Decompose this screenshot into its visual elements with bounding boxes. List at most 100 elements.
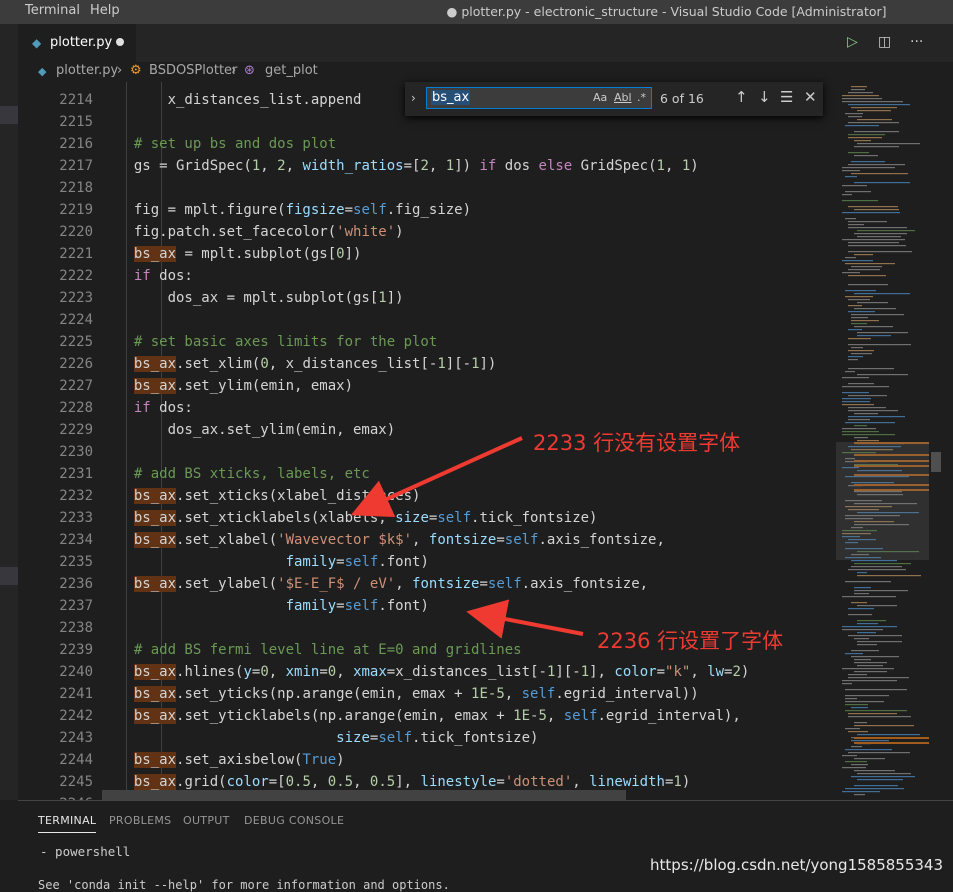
find-query[interactable]: bs_ax — [431, 90, 471, 105]
code-line[interactable]: dos_ax = mplt.subplot(gs[1]) — [117, 287, 836, 309]
minimap-line — [854, 563, 911, 565]
arrow-up-icon[interactable]: ↑ — [735, 88, 748, 106]
scrollbar-thumb[interactable] — [931, 452, 941, 472]
tab-bar: ◆ plotter.py ▷ ◫ ··· — [18, 24, 953, 62]
tab-output[interactable]: OUTPUT — [183, 814, 230, 827]
terminal-output[interactable]: See 'conda init --help' for more informa… — [38, 878, 450, 892]
whole-word-toggle[interactable]: Abl — [614, 91, 632, 104]
code-line[interactable]: bs_ax.set_ylabel('$E-E_F$ / eV', fontsiz… — [117, 573, 836, 595]
minimap-line — [842, 404, 874, 406]
minimap-line — [842, 272, 860, 274]
line-number: 2237 — [59, 598, 93, 614]
code-line[interactable]: gs = GridSpec(1, 2, width_ratios=[2, 1])… — [117, 155, 836, 177]
close-icon[interactable]: ✕ — [804, 88, 817, 106]
minimap-line — [851, 347, 863, 349]
tab-terminal[interactable]: TERMINAL — [38, 814, 97, 833]
match-case-toggle[interactable]: Aa — [593, 91, 607, 104]
minimap-line — [845, 257, 856, 259]
minimap-slider[interactable] — [836, 442, 929, 560]
more-actions-icon[interactable]: ··· — [910, 34, 923, 50]
minimap-line — [842, 239, 905, 241]
minimap-line — [857, 302, 888, 304]
regex-toggle[interactable]: .* — [637, 91, 646, 104]
minimap-line — [848, 338, 871, 340]
code-line[interactable]: # set up bs and dos plot — [117, 133, 836, 155]
line-number: 2215 — [59, 114, 93, 130]
minimap-line — [857, 575, 921, 577]
chevron-right-icon[interactable]: › — [411, 91, 416, 105]
code-line[interactable]: bs_ax.set_axisbelow(True) — [117, 749, 836, 771]
code-line[interactable]: fig = mplt.figure(figsize=self.fig_size) — [117, 199, 836, 221]
activity-marker[interactable] — [0, 567, 18, 585]
minimap-line — [848, 245, 906, 247]
minimap-line — [848, 383, 874, 385]
line-number: 2242 — [59, 708, 93, 724]
activity-marker[interactable] — [0, 106, 18, 124]
minimap-line — [845, 749, 892, 751]
code-line[interactable]: if dos: — [117, 265, 836, 287]
code-line[interactable]: # add BS xticks, labels, etc — [117, 463, 836, 485]
minimap-line — [842, 401, 870, 403]
code-line[interactable]: bs_ax.set_xticklabels(xlabels, size=self… — [117, 507, 836, 529]
tab-plotter-py[interactable]: ◆ plotter.py — [18, 24, 136, 62]
minimap-line — [848, 407, 886, 409]
minimap-line — [857, 620, 886, 622]
minimap-line — [854, 131, 899, 133]
code-line[interactable] — [117, 177, 836, 199]
terminal-select[interactable]: - powershell — [40, 844, 130, 859]
vertical-scrollbar[interactable] — [929, 82, 943, 800]
code-line[interactable]: bs_ax.hlines(y=0, xmin=0, xmax=x_distanc… — [117, 661, 836, 683]
code-line[interactable]: bs_ax.set_ylim(emin, emax) — [117, 375, 836, 397]
tab-debug-console[interactable]: DEBUG CONSOLE — [244, 814, 344, 827]
minimap-line — [851, 320, 879, 322]
unsaved-dot-icon[interactable] — [116, 38, 124, 46]
code-line[interactable]: size=self.tick_fontsize) — [117, 727, 836, 749]
minimap-line — [857, 779, 903, 781]
line-number: 2238 — [59, 620, 93, 636]
minimap-line — [857, 236, 901, 238]
minimap-line — [848, 104, 910, 106]
minimap-line — [842, 194, 852, 196]
find-input[interactable]: bs_ax Aa Abl .* — [426, 87, 652, 109]
minimap-line — [854, 722, 867, 724]
breadcrumb-method[interactable]: get_plot — [265, 63, 318, 78]
minimap-line — [845, 710, 907, 712]
code-line[interactable]: family=self.font) — [117, 595, 836, 617]
minimap-line — [857, 374, 908, 376]
minimap-line — [848, 410, 898, 412]
minimap-line — [842, 392, 869, 394]
minimap-line — [842, 95, 879, 97]
minimap-line — [845, 191, 871, 193]
breadcrumb-class[interactable]: BSDOSPlotter — [149, 63, 237, 78]
code-line[interactable]: bs_ax.set_xlim(0, x_distances_list[-1][-… — [117, 353, 836, 375]
find-in-selection-icon[interactable]: ☰ — [780, 88, 793, 106]
breadcrumb-file[interactable]: plotter.py — [56, 63, 118, 78]
minimap-line — [848, 419, 870, 421]
minimap-line — [845, 296, 873, 298]
code-line[interactable]: if dos: — [117, 397, 836, 419]
code-line[interactable]: bs_ax.set_yticks(np.arange(emin, emax + … — [117, 683, 836, 705]
minimap-line — [854, 146, 899, 148]
minimap-line — [848, 614, 872, 616]
code-line[interactable]: family=self.font) — [117, 551, 836, 573]
code-line[interactable]: bs_ax.set_yticklabels(np.arange(emin, em… — [117, 705, 836, 727]
minimap-line — [857, 605, 897, 607]
code-line[interactable]: # set basic axes limits for the plot — [117, 331, 836, 353]
line-number: 2241 — [59, 686, 93, 702]
minimap-line — [848, 608, 874, 610]
minimap-line — [854, 659, 871, 661]
code-line[interactable]: bs_ax.set_xticks(xlabel_distances) — [117, 485, 836, 507]
split-editor-icon[interactable]: ◫ — [878, 34, 891, 50]
minimap-line — [857, 335, 891, 337]
run-icon[interactable]: ▷ — [847, 34, 858, 50]
code-line[interactable] — [117, 309, 836, 331]
method-icon: ⊛ — [244, 63, 255, 78]
line-number: 2228 — [59, 400, 93, 416]
minimap-line — [851, 86, 867, 88]
code-line[interactable]: bs_ax.set_xlabel('Wavevector $k$', fonts… — [117, 529, 836, 551]
code-line[interactable]: fig.patch.set_facecolor('white') — [117, 221, 836, 243]
tab-problems[interactable]: PROBLEMS — [109, 814, 171, 827]
code-line[interactable]: bs_ax = mplt.subplot(gs[0]) — [117, 243, 836, 265]
arrow-down-icon[interactable]: ↓ — [758, 88, 771, 106]
horizontal-scrollbar[interactable] — [102, 790, 626, 800]
